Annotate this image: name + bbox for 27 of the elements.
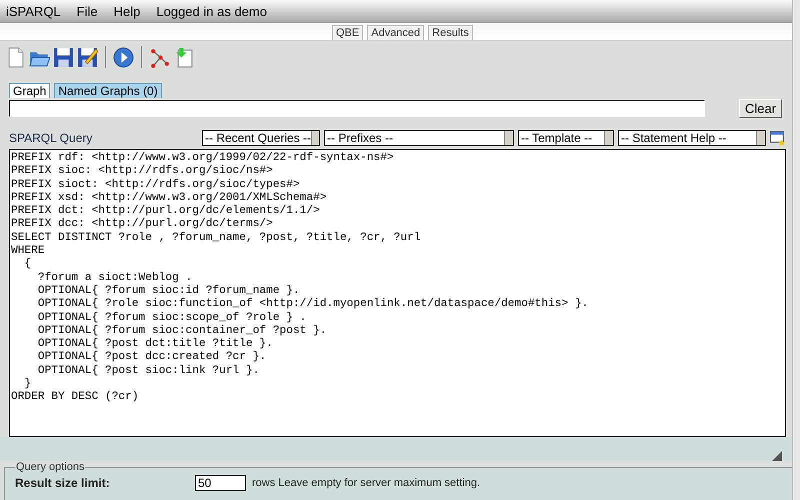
clear-button[interactable]: Clear bbox=[739, 99, 782, 118]
dropdown[interactable]: -- Prefixes -- bbox=[324, 130, 514, 146]
graph-icon[interactable] bbox=[149, 46, 170, 68]
save-icon[interactable] bbox=[53, 46, 74, 68]
view-tab[interactable]: Results bbox=[428, 25, 473, 40]
query-options-legend: Query options bbox=[15, 461, 86, 473]
save-as-icon[interactable] bbox=[77, 46, 98, 68]
menu-item[interactable]: Help bbox=[114, 4, 140, 18]
menu-item[interactable]: File bbox=[76, 4, 98, 18]
query-label: SPARQL Query bbox=[9, 131, 92, 145]
view-tab[interactable]: QBE bbox=[332, 25, 364, 40]
run-icon[interactable] bbox=[113, 46, 134, 68]
scrollbar[interactable] bbox=[792, 0, 800, 500]
result-limit-label: Result size limit: bbox=[15, 476, 111, 490]
graph-tab[interactable]: Graph bbox=[9, 83, 50, 98]
query-editor-field[interactable]: PREFIX rdf: <http://www.w3.org/1999/02/22-rdf-syntax-ns#> PREFIX sioc: <http://rdfs.org/sioc/ns#> PREFIX sioct: <http://rdfs.org/sioc/types#> PREFIX xsd: <http://www.w3.org/2001/XMLSchema#> PREFIX dct: <http://purl.org/dc/elements/1.1/> PREFIX dcc: <http://purl.org/dc/terms/> SELECT DISTINCT ?role , ?forum_name, ?post, ?title, ?cr, ?url WHERE { ?forum a sioct:Weblog . OPTIONAL{ ?forum sioc:id ?forum_name }. OPTIONAL{ ?role sioc:function_of <http://id.myopenlink.net/dataspace/demo#this> }. OPTIONAL{ ?forum sioc:scope_of ?role } . OPTIONAL{ ?forum sioc:container_of ?post }. OPTIONAL{ ?post dct:title ?title }. OPTIONAL{ ?post dcc:created ?cr }. OPTIONAL{ ?post sioc:link ?url }. } ORDER BY DESC (?cr) bbox=[9, 149, 786, 437]
dropdown[interactable]: -- Statement Help -- bbox=[618, 130, 766, 146]
graph-tab[interactable]: Named Graphs (0) bbox=[54, 83, 162, 98]
new-window-icon[interactable] bbox=[770, 130, 785, 146]
result-limit-hint: rows Leave empty for server maximum setting. bbox=[252, 477, 480, 489]
result-limit-field[interactable]: 50 bbox=[195, 475, 246, 491]
dropdown[interactable]: -- Template -- bbox=[518, 130, 614, 146]
menu-item[interactable]: iSPARQL bbox=[6, 4, 61, 18]
view-tab[interactable]: Advanced bbox=[367, 25, 424, 40]
graph-input-field[interactable] bbox=[9, 100, 705, 117]
menu-item[interactable]: Logged in as demo bbox=[156, 4, 267, 18]
dropdown[interactable]: -- Recent Queries -- bbox=[202, 130, 320, 146]
